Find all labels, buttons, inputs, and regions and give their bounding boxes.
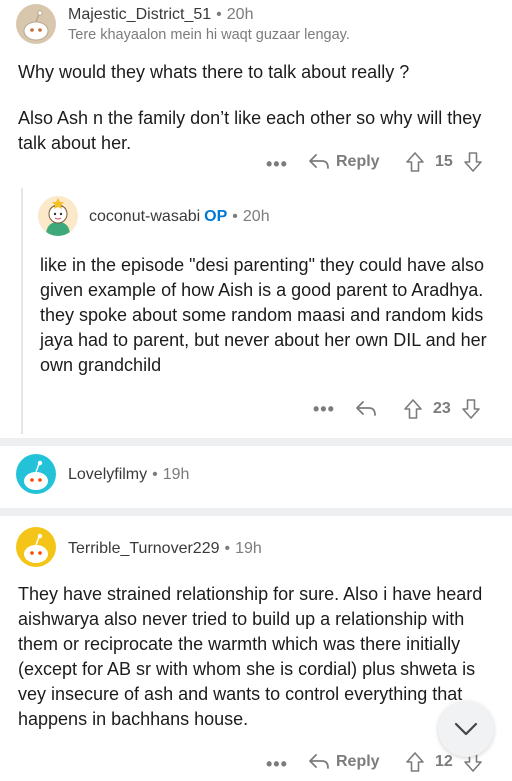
comment-paragraph: They have strained relationship for sure… [18, 584, 483, 729]
reply-button[interactable]: Reply [308, 153, 380, 171]
snoo-avatar-icon[interactable] [16, 454, 56, 494]
comment-paragraph: like in the episode "desi parenting" the… [40, 255, 487, 375]
comment-paragraph: Why would they whats there to talk about… [18, 62, 410, 82]
separator-dot: • [232, 208, 238, 225]
comment-paragraph: Also Ash n the family don’t like each ot… [18, 108, 482, 153]
username[interactable]: Lovelyfilmy [68, 466, 147, 483]
more-dots-icon[interactable]: ••• [266, 154, 288, 175]
next-comment-button[interactable] [438, 701, 494, 757]
comment-meta: coconut-wasabi OP • 20h [89, 208, 270, 226]
separator-dot: • [224, 540, 231, 557]
comment-body: Why would they whats there to talk about… [18, 60, 498, 156]
username[interactable]: Majestic_District_51 [68, 6, 211, 23]
reply-label: Reply [336, 153, 380, 170]
reply-arrow-icon [355, 400, 377, 418]
reply-arrow-icon [308, 153, 330, 171]
comment-meta: Lovelyfilmy • 19h [68, 466, 189, 484]
snoo-avatar-icon[interactable] [16, 527, 56, 567]
reply-button[interactable]: Reply [308, 753, 380, 771]
snoo-avatar-icon[interactable] [38, 196, 78, 236]
vote-controls: 15 [405, 151, 483, 173]
reply-button[interactable] [355, 400, 377, 418]
user-flair: Tere khayaalon mein hi waqt guzaar lenga… [68, 27, 350, 43]
username[interactable]: Terrible_Turnover229 [68, 540, 219, 557]
downvote-arrow-icon[interactable] [463, 151, 483, 173]
vote-controls: 23 [403, 398, 481, 420]
thread-line[interactable] [21, 188, 23, 434]
op-badge: OP [204, 208, 228, 225]
timestamp: 19h [162, 466, 190, 483]
comment-meta: Majestic_District_51 • 20h [68, 6, 253, 24]
timestamp: 19h [235, 540, 262, 557]
more-dots-icon[interactable]: ••• [313, 399, 335, 420]
timestamp: 20h [226, 6, 254, 23]
comment-body: like in the episode "desi parenting" the… [40, 253, 496, 378]
more-dots-icon[interactable]: ••• [266, 754, 288, 775]
score: 15 [435, 153, 453, 170]
comment-divider [0, 438, 512, 446]
comment-body: They have strained relationship for sure… [18, 582, 496, 732]
comment-meta: Terrible_Turnover229 • 19h [68, 540, 262, 558]
score: 12 [435, 753, 453, 770]
downvote-arrow-icon[interactable] [461, 398, 481, 420]
reply-label: Reply [336, 753, 380, 770]
separator-dot: • [216, 6, 222, 23]
username[interactable]: coconut-wasabi [89, 208, 200, 225]
timestamp: 20h [242, 208, 270, 225]
upvote-arrow-icon[interactable] [403, 398, 423, 420]
upvote-arrow-icon[interactable] [405, 751, 425, 773]
comment-divider [0, 508, 512, 516]
score: 23 [433, 400, 451, 417]
reply-arrow-icon [308, 753, 330, 771]
snoo-avatar-icon[interactable] [16, 4, 56, 44]
separator-dot: • [152, 466, 158, 483]
upvote-arrow-icon[interactable] [405, 151, 425, 173]
chevron-down-icon [453, 721, 479, 737]
